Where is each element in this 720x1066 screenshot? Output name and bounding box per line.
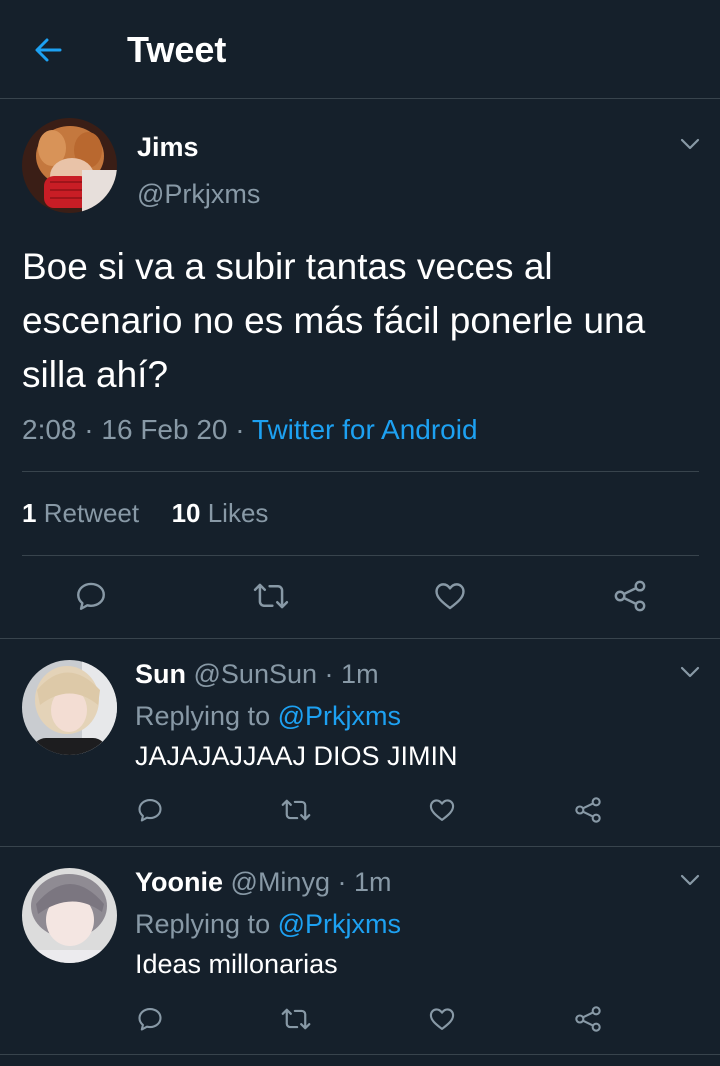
top-bar: Tweet xyxy=(0,0,720,99)
tweet-menu-button[interactable] xyxy=(678,132,702,156)
share-icon xyxy=(575,1006,601,1032)
reply-author-name[interactable]: Yoonie xyxy=(135,867,223,897)
back-button[interactable] xyxy=(32,34,64,66)
replying-to: Replying to @Prkjxms xyxy=(135,701,401,732)
replying-label: Replying to xyxy=(135,909,271,939)
like-icon xyxy=(429,1008,455,1030)
divider xyxy=(0,638,720,639)
reply-icon xyxy=(138,1008,162,1031)
reply-button[interactable] xyxy=(74,579,108,618)
retweets-stat[interactable]: 1 Retweet xyxy=(22,498,139,528)
chevron-down-icon xyxy=(680,666,700,678)
share-button[interactable] xyxy=(573,796,603,829)
share-icon xyxy=(575,797,601,823)
mention-link[interactable]: @Prkjxms xyxy=(278,909,401,939)
reply-icon xyxy=(138,799,162,822)
tweet-time: 2:08 xyxy=(22,414,77,445)
page-title: Tweet xyxy=(127,29,227,70)
chevron-down-icon xyxy=(680,138,700,150)
reply-menu-button[interactable] xyxy=(678,660,702,684)
replying-label: Replying to xyxy=(135,701,271,731)
retweet-icon xyxy=(253,583,289,609)
reply-button[interactable] xyxy=(136,796,164,829)
avatar[interactable] xyxy=(22,868,117,963)
reply-header: Yoonie @Minyg · 1m xyxy=(135,867,392,897)
retweet-button[interactable] xyxy=(253,579,289,618)
reply-text: JAJAJAJJAAJ DIOS JIMIN xyxy=(135,741,458,771)
retweets-count: 1 xyxy=(22,498,37,528)
tweet-source-link[interactable]: Twitter for Android xyxy=(252,414,478,445)
divider xyxy=(22,471,699,472)
share-icon xyxy=(614,580,646,612)
divider xyxy=(22,555,699,556)
like-button[interactable] xyxy=(428,796,456,829)
reply-menu-button[interactable] xyxy=(678,868,702,892)
likes-stat[interactable]: 10 Likes xyxy=(172,498,269,528)
reply-author-name[interactable]: Sun xyxy=(135,659,186,689)
author-name[interactable]: Jims xyxy=(137,132,199,163)
reply-author-handle[interactable]: @SunSun xyxy=(194,659,318,689)
likes-count: 10 xyxy=(171,498,201,528)
tweet-stats: 1 Retweet 10 Likes xyxy=(22,498,268,529)
retweet-button[interactable] xyxy=(281,1005,311,1038)
like-button[interactable] xyxy=(433,579,467,618)
tweet-date: 16 Feb 20 xyxy=(101,414,228,445)
tweet-meta: 2:08 · 16 Feb 20 · Twitter for Android xyxy=(22,414,478,445)
reply-text: Ideas millonarias xyxy=(135,949,338,979)
divider xyxy=(0,1054,720,1055)
share-button[interactable] xyxy=(612,579,648,618)
reply-time: 1m xyxy=(341,659,379,689)
retweet-icon xyxy=(281,1008,311,1030)
mention-link[interactable]: @Prkjxms xyxy=(278,701,401,731)
tweet-text: Boe si va a subir tantas veces al escena… xyxy=(22,246,646,395)
chevron-down-icon xyxy=(680,874,700,886)
replying-to: Replying to @Prkjxms xyxy=(135,909,401,940)
retweet-button[interactable] xyxy=(281,796,311,829)
reply-header: Sun @SunSun · 1m xyxy=(135,659,379,689)
avatar[interactable] xyxy=(22,118,117,213)
back-arrow-icon xyxy=(35,38,62,62)
retweet-icon xyxy=(281,799,311,821)
reply-author-handle[interactable]: @Minyg xyxy=(231,867,330,897)
divider xyxy=(0,846,720,847)
avatar[interactable] xyxy=(22,660,117,755)
like-button[interactable] xyxy=(428,1005,456,1038)
author-handle[interactable]: @Prkjxms xyxy=(137,179,260,210)
likes-label: Likes xyxy=(207,498,269,528)
share-button[interactable] xyxy=(573,1005,603,1038)
reply-button[interactable] xyxy=(136,1005,164,1038)
reply-icon xyxy=(77,582,105,610)
reply-time: 1m xyxy=(354,867,392,897)
like-icon xyxy=(435,583,465,610)
retweets-label: Retweet xyxy=(43,498,140,528)
like-icon xyxy=(429,799,455,821)
